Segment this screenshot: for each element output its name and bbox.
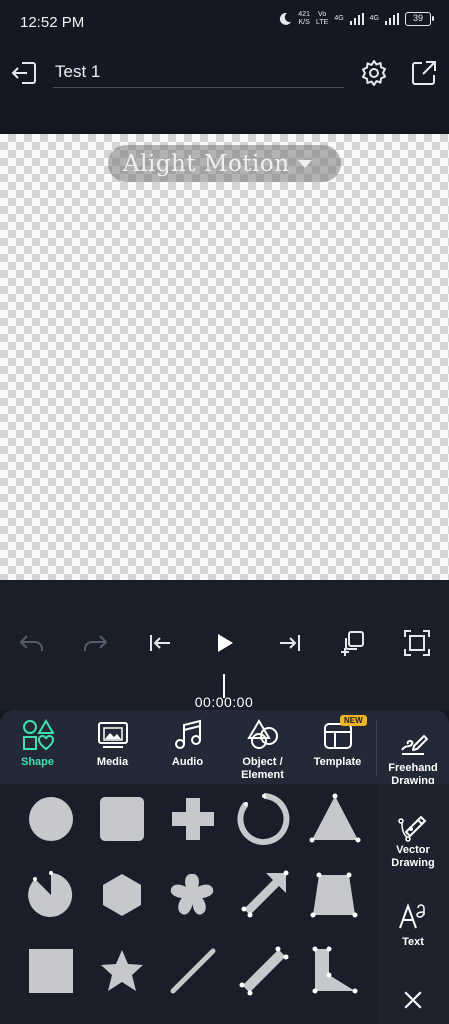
tab-media[interactable]: Media [75, 710, 150, 784]
caret-down-icon [297, 159, 312, 168]
watermark-text: Alight Motion [123, 150, 290, 177]
category-tabs: Shape Media Audio Object / Element NEW T… [0, 710, 376, 784]
text-button[interactable]: Text [377, 900, 449, 949]
thick-line-shape-icon [239, 946, 289, 996]
arrow-shape-icon [241, 870, 289, 918]
shapes-grid [0, 784, 377, 1024]
object-element-icon [247, 719, 278, 749]
shape-flower[interactable] [158, 860, 228, 930]
shape-hexagon[interactable] [87, 860, 157, 930]
export-icon[interactable] [409, 58, 439, 88]
media-icon [98, 722, 128, 748]
pie-shape-icon [28, 871, 73, 917]
jump-end-button[interactable] [274, 628, 304, 658]
watermark-badge[interactable]: Alight Motion [108, 145, 341, 182]
signal-icon-2 [385, 13, 399, 25]
network-speed: 421 K/S [298, 11, 310, 26]
shapes-icon [23, 719, 54, 751]
vector-pen-icon [398, 815, 427, 842]
skip-start-icon [150, 635, 170, 651]
add-layer-panel: Shape Media Audio Object / Element NEW T… [0, 710, 449, 1024]
tab-shape[interactable]: Shape [0, 710, 75, 784]
shape-polygon[interactable] [300, 936, 370, 1006]
shape-rounded-square[interactable] [87, 784, 157, 854]
battery-indicator: 39 [405, 12, 434, 26]
playback-controls: 00:00:00 [0, 580, 449, 710]
shape-triangle[interactable] [300, 784, 370, 854]
shape-square[interactable] [16, 936, 86, 1006]
arc-shape-icon [237, 793, 290, 845]
side-tools: Vector Drawing Text [377, 784, 449, 1024]
duplicate-add-icon [341, 631, 364, 656]
flower-shape-icon [170, 874, 214, 915]
new-badge: NEW [340, 715, 367, 726]
plus-shape-icon [172, 798, 214, 840]
fit-screen-button[interactable] [402, 628, 432, 658]
polygon-shape-icon [312, 946, 358, 994]
shape-star[interactable] [87, 936, 157, 1006]
trapezoid-shape-icon [310, 872, 358, 918]
timecode: 00:00:00 [194, 694, 254, 710]
tab-template[interactable]: NEW Template [300, 710, 375, 784]
network-type-1: 4G [334, 15, 344, 22]
status-bar: 12:52 PM 421 K/S Vo LTE 4G 4G 39 [0, 0, 449, 44]
app-bar: Test 1 [0, 44, 449, 134]
circle-shape-icon [29, 797, 73, 841]
tab-label: Media [96, 756, 129, 768]
close-panel-button[interactable] [377, 988, 449, 1012]
text-icon [399, 903, 425, 929]
add-layer-button[interactable] [338, 628, 368, 658]
shape-plus[interactable] [158, 784, 228, 854]
line-shape-icon [170, 948, 216, 994]
shape-pie[interactable] [16, 860, 86, 930]
close-icon [404, 991, 422, 1009]
undo-button[interactable] [17, 628, 47, 658]
signal-icon [349, 13, 364, 25]
hexagon-shape-icon [103, 874, 141, 916]
network-type-2: 4G [369, 15, 379, 22]
shape-arrow[interactable] [229, 860, 299, 930]
star-shape-icon [101, 950, 143, 991]
text-label: Text [402, 936, 424, 948]
shape-thick-line[interactable] [229, 936, 299, 1006]
status-time: 12:52 PM [20, 14, 85, 31]
undo-icon [19, 635, 43, 651]
status-icons: 421 K/S Vo LTE 4G 4G 39 [278, 11, 434, 27]
freehand-drawing-button[interactable]: Freehand Drawing [377, 710, 449, 787]
music-note-icon [175, 719, 201, 749]
triangle-shape-icon [309, 793, 361, 843]
vector-drawing-button[interactable]: Vector Drawing [377, 808, 449, 870]
jump-start-button[interactable] [146, 628, 176, 658]
skip-end-icon [280, 635, 300, 651]
freehand-drawing-tool: Freehand Drawing [377, 726, 449, 788]
exit-icon[interactable] [10, 58, 40, 88]
gear-icon[interactable] [359, 58, 389, 88]
shape-line[interactable] [158, 936, 228, 1006]
fit-screen-icon [404, 630, 430, 656]
redo-button[interactable] [80, 628, 110, 658]
tab-object-element[interactable]: Object / Element [225, 710, 300, 784]
play-button[interactable] [210, 628, 240, 658]
tab-label: Template [313, 756, 362, 768]
rounded-square-shape-icon [100, 797, 144, 841]
moon-icon [280, 12, 292, 25]
tab-label: Audio [171, 756, 204, 768]
tab-audio[interactable]: Audio [150, 710, 225, 784]
square-shape-icon [29, 949, 73, 993]
play-icon [218, 634, 233, 652]
freehand-pen-icon [401, 735, 428, 755]
preview-canvas[interactable]: Alight Motion [0, 134, 449, 580]
project-title-field[interactable]: Test 1 [53, 58, 344, 88]
shape-arc[interactable] [229, 784, 299, 854]
volte-indicator: Vo LTE [315, 11, 329, 26]
vector-drawing-label: Vector Drawing [391, 844, 435, 869]
tab-label: Object / Element [241, 756, 284, 781]
shape-circle[interactable] [16, 784, 86, 854]
tab-label: Shape [20, 756, 54, 768]
redo-icon [84, 635, 108, 651]
shape-trapezoid[interactable] [300, 860, 370, 930]
